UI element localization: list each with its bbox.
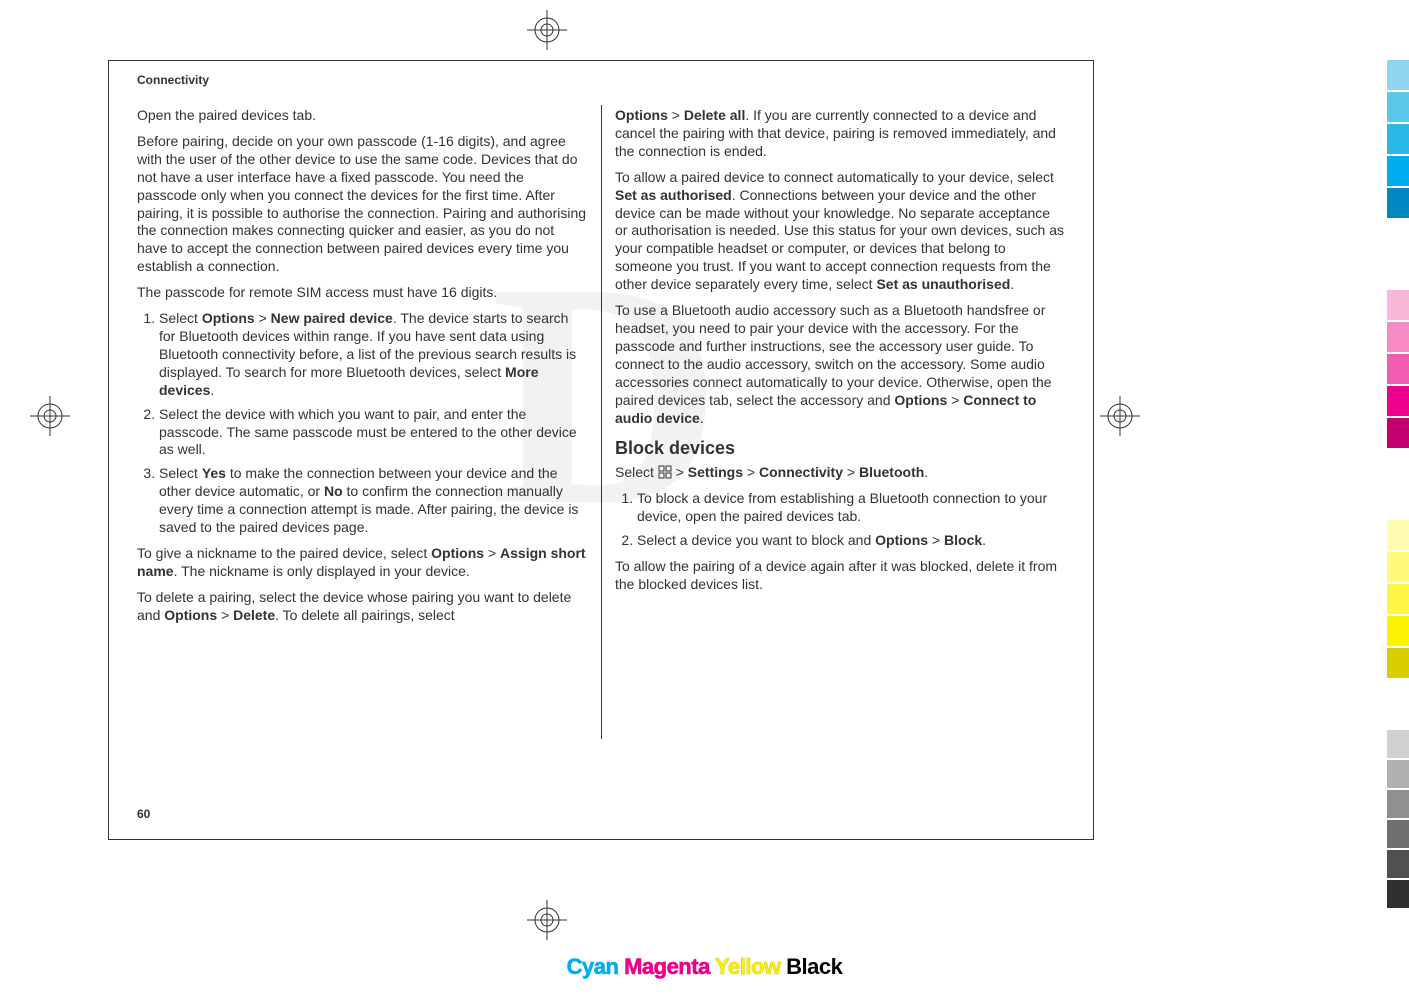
list-item: Select Yes to make the connection betwee… (159, 465, 587, 537)
registration-mark-top (527, 10, 567, 50)
registration-mark-left (30, 396, 70, 436)
list-item: Select a device you want to block and Op… (637, 532, 1065, 550)
menu-icon (658, 465, 672, 479)
body-text: To allow the pairing of a device again a… (615, 558, 1065, 594)
page-number: 60 (137, 807, 150, 821)
section-heading: Block devices (615, 437, 1065, 460)
registration-mark-bottom (527, 900, 567, 940)
black-label: Black (786, 954, 842, 979)
body-text: To use a Bluetooth audio accessory such … (615, 302, 1065, 427)
registration-mark-right (1100, 396, 1140, 436)
document-page: D Connectivity Open the paired devices t… (108, 60, 1094, 840)
page-header: Connectivity (137, 73, 209, 87)
body-text: To give a nickname to the paired device,… (137, 545, 587, 581)
yellow-label: Yellow (715, 954, 780, 979)
cyan-label: Cyan (567, 954, 619, 979)
body-text: The passcode for remote SIM access must … (137, 284, 587, 302)
gray-calibration-strip (1387, 730, 1409, 910)
cmyk-label: Cyan Magenta Yellow Black (0, 954, 1409, 980)
body-text: To allow a paired device to connect auto… (615, 169, 1065, 294)
magenta-label: Magenta (624, 954, 710, 979)
body-text: Options > Delete all. If you are current… (615, 107, 1065, 161)
body-text: Open the paired devices tab. (137, 107, 587, 125)
list-item: To block a device from establishing a Bl… (637, 490, 1065, 526)
body-text: To delete a pairing, select the device w… (137, 589, 587, 625)
numbered-list: To block a device from establishing a Bl… (615, 490, 1065, 550)
body-text: Select > Settings > Connectivity > Bluet… (615, 464, 1065, 482)
body-text: Before pairing, decide on your own passc… (137, 133, 587, 276)
list-item: Select the device with which you want to… (159, 406, 587, 460)
list-item: Select Options > New paired device. The … (159, 310, 587, 400)
left-column: Open the paired devices tab. Before pair… (137, 107, 587, 779)
right-column: Options > Delete all. If you are current… (615, 107, 1065, 779)
numbered-list: Select Options > New paired device. The … (137, 310, 587, 537)
